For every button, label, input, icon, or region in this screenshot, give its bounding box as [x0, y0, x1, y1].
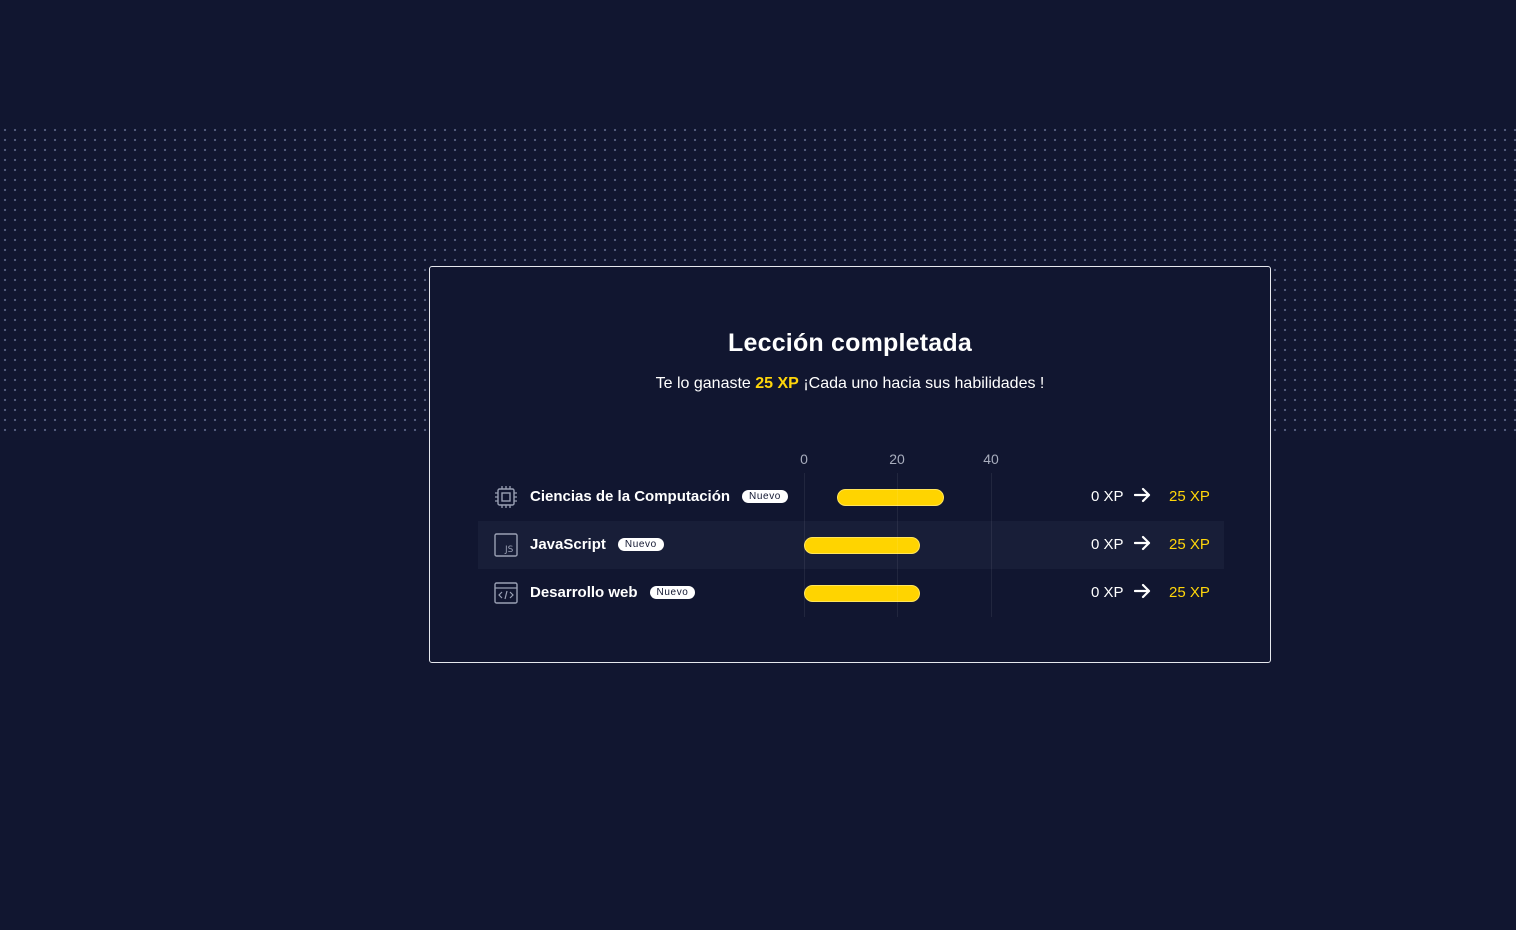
- arrow-right-icon: [1134, 583, 1151, 599]
- subtitle-text-after: ¡Cada uno hacia sus habilidades !: [803, 375, 1045, 392]
- xp-bar: [837, 489, 944, 506]
- skill-name: Desarrollo web Nuevo: [530, 584, 696, 601]
- gridline: [897, 473, 898, 617]
- skill-name-text: Ciencias de la Computación: [530, 488, 731, 505]
- xp-after: 25 XP: [1169, 584, 1210, 601]
- x-tick-label: 40: [983, 451, 999, 467]
- skill-name-text: JavaScript: [530, 536, 606, 553]
- page: Lección completada Te lo ganaste 25 XP ¡…: [0, 0, 1516, 930]
- gridline: [804, 473, 805, 617]
- skill-row: JS JavaScript Nuevo 0 XP 25 XP: [478, 521, 1224, 569]
- xp-after: 25 XP: [1169, 536, 1210, 553]
- lesson-complete-modal: Lección completada Te lo ganaste 25 XP ¡…: [429, 266, 1271, 663]
- xp-before: 0 XP: [1091, 536, 1124, 553]
- skill-name: Ciencias de la Computación Nuevo: [530, 488, 788, 505]
- subtitle-xp-earned: 25 XP: [755, 375, 799, 392]
- xp-bar: [804, 585, 920, 602]
- new-badge: Nuevo: [649, 586, 696, 599]
- skill-name: JavaScript Nuevo: [530, 536, 664, 553]
- arrow-right-icon: [1134, 535, 1151, 551]
- xp-bar: [804, 537, 920, 554]
- modal-title: Lección completada: [728, 329, 972, 357]
- svg-text:JS: JS: [504, 545, 514, 555]
- xp-before: 0 XP: [1091, 584, 1124, 601]
- skill-row: Desarrollo web Nuevo 0 XP 25 XP: [478, 569, 1224, 617]
- xp-before: 0 XP: [1091, 488, 1124, 505]
- javascript-icon: JS: [494, 533, 518, 557]
- skill-name-text: Desarrollo web: [530, 584, 638, 601]
- x-tick-label: 20: [889, 451, 905, 467]
- modal-subtitle: Te lo ganaste 25 XP ¡Cada uno hacia sus …: [430, 375, 1270, 393]
- gridline: [991, 473, 992, 617]
- skill-row: Ciencias de la Computación Nuevo 0 XP 25 …: [478, 473, 1224, 521]
- xp-after: 25 XP: [1169, 488, 1210, 505]
- cpu-icon: [495, 486, 517, 508]
- arrow-right-icon: [1134, 487, 1151, 503]
- code-window-icon: [494, 582, 518, 604]
- x-tick-label: 0: [800, 451, 808, 467]
- subtitle-text-before: Te lo ganaste: [655, 375, 751, 392]
- new-badge: Nuevo: [742, 490, 788, 503]
- new-badge: Nuevo: [617, 538, 664, 551]
